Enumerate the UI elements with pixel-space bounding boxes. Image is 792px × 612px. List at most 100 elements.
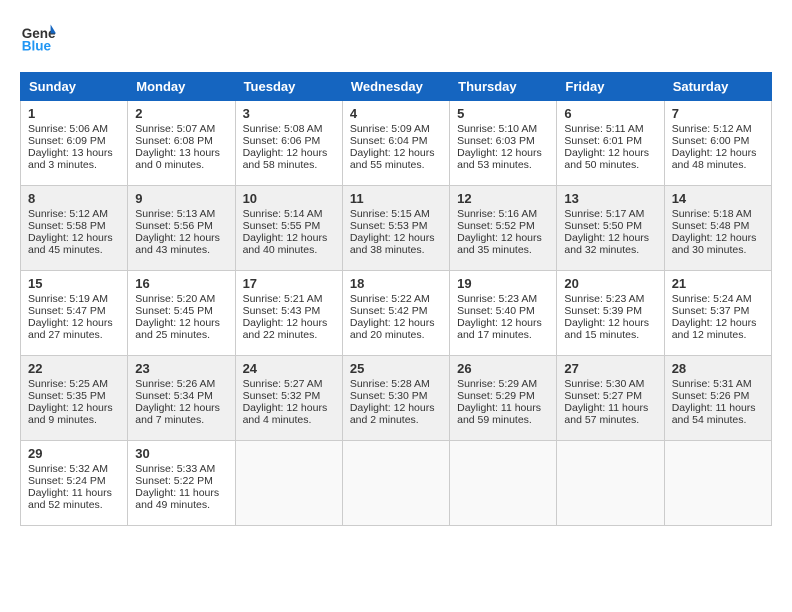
sunset-label: Sunset: 5:42 PM (350, 305, 428, 317)
day-number: 25 (350, 361, 442, 376)
calendar-cell: 23 Sunrise: 5:26 AM Sunset: 5:34 PM Dayl… (128, 356, 235, 441)
sunset-label: Sunset: 6:00 PM (672, 135, 750, 147)
sunset-label: Sunset: 5:52 PM (457, 220, 535, 232)
day-number: 8 (28, 191, 120, 206)
calendar-cell: 11 Sunrise: 5:15 AM Sunset: 5:53 PM Dayl… (342, 186, 449, 271)
day-number: 6 (564, 106, 656, 121)
week-row-2: 8 Sunrise: 5:12 AM Sunset: 5:58 PM Dayli… (21, 186, 772, 271)
daylight-label: Daylight: 12 hours and 27 minutes. (28, 317, 113, 341)
svg-text:Blue: Blue (22, 39, 52, 54)
calendar-cell: 16 Sunrise: 5:20 AM Sunset: 5:45 PM Dayl… (128, 271, 235, 356)
calendar-cell: 7 Sunrise: 5:12 AM Sunset: 6:00 PM Dayli… (664, 101, 771, 186)
day-number: 2 (135, 106, 227, 121)
daylight-label: Daylight: 12 hours and 15 minutes. (564, 317, 649, 341)
sunset-label: Sunset: 5:39 PM (564, 305, 642, 317)
day-number: 30 (135, 446, 227, 461)
day-number: 1 (28, 106, 120, 121)
calendar-cell: 18 Sunrise: 5:22 AM Sunset: 5:42 PM Dayl… (342, 271, 449, 356)
sunset-label: Sunset: 6:09 PM (28, 135, 106, 147)
sunset-label: Sunset: 5:53 PM (350, 220, 428, 232)
day-number: 19 (457, 276, 549, 291)
sunset-label: Sunset: 5:24 PM (28, 475, 106, 487)
day-number: 21 (672, 276, 764, 291)
calendar-cell: 22 Sunrise: 5:25 AM Sunset: 5:35 PM Dayl… (21, 356, 128, 441)
sunrise-label: Sunrise: 5:22 AM (350, 293, 430, 305)
daylight-label: Daylight: 12 hours and 55 minutes. (350, 147, 435, 171)
day-number: 10 (243, 191, 335, 206)
sunrise-label: Sunrise: 5:23 AM (457, 293, 537, 305)
day-number: 20 (564, 276, 656, 291)
week-row-4: 22 Sunrise: 5:25 AM Sunset: 5:35 PM Dayl… (21, 356, 772, 441)
sunrise-label: Sunrise: 5:16 AM (457, 208, 537, 220)
calendar-cell: 9 Sunrise: 5:13 AM Sunset: 5:56 PM Dayli… (128, 186, 235, 271)
week-row-3: 15 Sunrise: 5:19 AM Sunset: 5:47 PM Dayl… (21, 271, 772, 356)
day-number: 9 (135, 191, 227, 206)
week-row-1: 1 Sunrise: 5:06 AM Sunset: 6:09 PM Dayli… (21, 101, 772, 186)
sunrise-label: Sunrise: 5:18 AM (672, 208, 752, 220)
sunrise-label: Sunrise: 5:29 AM (457, 378, 537, 390)
sunset-label: Sunset: 5:55 PM (243, 220, 321, 232)
daylight-label: Daylight: 13 hours and 3 minutes. (28, 147, 113, 171)
calendar-cell: 30 Sunrise: 5:33 AM Sunset: 5:22 PM Dayl… (128, 441, 235, 526)
day-number: 29 (28, 446, 120, 461)
daylight-label: Daylight: 12 hours and 25 minutes. (135, 317, 220, 341)
sunrise-label: Sunrise: 5:06 AM (28, 123, 108, 135)
calendar-cell: 15 Sunrise: 5:19 AM Sunset: 5:47 PM Dayl… (21, 271, 128, 356)
sunrise-label: Sunrise: 5:28 AM (350, 378, 430, 390)
day-number: 5 (457, 106, 549, 121)
sunset-label: Sunset: 5:37 PM (672, 305, 750, 317)
calendar-cell (235, 441, 342, 526)
calendar-cell: 8 Sunrise: 5:12 AM Sunset: 5:58 PM Dayli… (21, 186, 128, 271)
weekday-sunday: Sunday (21, 73, 128, 101)
sunrise-label: Sunrise: 5:32 AM (28, 463, 108, 475)
sunrise-label: Sunrise: 5:30 AM (564, 378, 644, 390)
sunrise-label: Sunrise: 5:25 AM (28, 378, 108, 390)
sunrise-label: Sunrise: 5:23 AM (564, 293, 644, 305)
daylight-label: Daylight: 12 hours and 20 minutes. (350, 317, 435, 341)
sunrise-label: Sunrise: 5:14 AM (243, 208, 323, 220)
daylight-label: Daylight: 12 hours and 53 minutes. (457, 147, 542, 171)
sunset-label: Sunset: 5:50 PM (564, 220, 642, 232)
day-number: 23 (135, 361, 227, 376)
day-number: 14 (672, 191, 764, 206)
sunset-label: Sunset: 6:01 PM (564, 135, 642, 147)
day-number: 26 (457, 361, 549, 376)
calendar-cell (664, 441, 771, 526)
sunset-label: Sunset: 5:58 PM (28, 220, 106, 232)
logo: General Blue (20, 20, 56, 56)
calendar-cell: 27 Sunrise: 5:30 AM Sunset: 5:27 PM Dayl… (557, 356, 664, 441)
calendar-cell (342, 441, 449, 526)
calendar-cell: 14 Sunrise: 5:18 AM Sunset: 5:48 PM Dayl… (664, 186, 771, 271)
daylight-label: Daylight: 13 hours and 0 minutes. (135, 147, 220, 171)
daylight-label: Daylight: 11 hours and 59 minutes. (457, 402, 541, 426)
sunset-label: Sunset: 5:56 PM (135, 220, 213, 232)
calendar-cell: 6 Sunrise: 5:11 AM Sunset: 6:01 PM Dayli… (557, 101, 664, 186)
sunrise-label: Sunrise: 5:33 AM (135, 463, 215, 475)
weekday-header-row: SundayMondayTuesdayWednesdayThursdayFrid… (21, 73, 772, 101)
sunset-label: Sunset: 5:22 PM (135, 475, 213, 487)
calendar-cell: 1 Sunrise: 5:06 AM Sunset: 6:09 PM Dayli… (21, 101, 128, 186)
sunrise-label: Sunrise: 5:11 AM (564, 123, 643, 135)
day-number: 7 (672, 106, 764, 121)
day-number: 22 (28, 361, 120, 376)
daylight-label: Daylight: 12 hours and 7 minutes. (135, 402, 220, 426)
sunrise-label: Sunrise: 5:17 AM (564, 208, 644, 220)
sunrise-label: Sunrise: 5:07 AM (135, 123, 215, 135)
daylight-label: Daylight: 12 hours and 48 minutes. (672, 147, 757, 171)
calendar-cell: 21 Sunrise: 5:24 AM Sunset: 5:37 PM Dayl… (664, 271, 771, 356)
day-number: 24 (243, 361, 335, 376)
daylight-label: Daylight: 12 hours and 40 minutes. (243, 232, 328, 256)
daylight-label: Daylight: 11 hours and 57 minutes. (564, 402, 648, 426)
daylight-label: Daylight: 12 hours and 30 minutes. (672, 232, 757, 256)
sunrise-label: Sunrise: 5:27 AM (243, 378, 323, 390)
weekday-friday: Friday (557, 73, 664, 101)
calendar-cell: 4 Sunrise: 5:09 AM Sunset: 6:04 PM Dayli… (342, 101, 449, 186)
daylight-label: Daylight: 11 hours and 54 minutes. (672, 402, 756, 426)
sunset-label: Sunset: 5:30 PM (350, 390, 428, 402)
calendar-cell: 24 Sunrise: 5:27 AM Sunset: 5:32 PM Dayl… (235, 356, 342, 441)
sunrise-label: Sunrise: 5:09 AM (350, 123, 430, 135)
daylight-label: Daylight: 12 hours and 12 minutes. (672, 317, 757, 341)
daylight-label: Daylight: 11 hours and 52 minutes. (28, 487, 112, 511)
day-number: 4 (350, 106, 442, 121)
sunset-label: Sunset: 5:29 PM (457, 390, 535, 402)
